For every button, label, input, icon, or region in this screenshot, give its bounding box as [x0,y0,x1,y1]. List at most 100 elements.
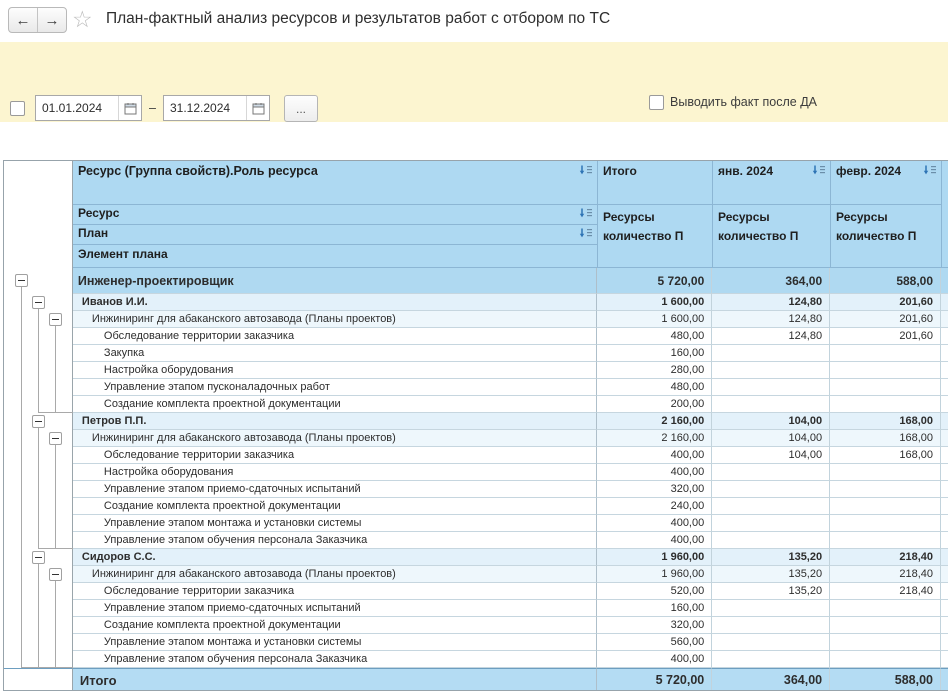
column-header[interactable]: февр. 2024 [831,161,942,205]
calendar-icon[interactable] [246,96,269,120]
cell-value[interactable] [712,481,830,498]
cell-value[interactable] [830,532,941,549]
row-label[interactable]: Создание комплекта проектной документаци… [73,396,597,413]
period-to-input[interactable]: 31.12.2024 [163,95,270,121]
collapse-toggle[interactable] [49,432,62,445]
row-label[interactable]: Инжиниринг для абаканского автозавода (П… [73,566,597,583]
row-label[interactable]: Обследование территории заказчика [73,583,597,600]
cell-value[interactable]: 1 600,00 [597,294,712,311]
cell-value[interactable]: 280,00 [597,362,712,379]
cell-value[interactable] [830,345,941,362]
cell-value[interactable]: 400,00 [597,447,712,464]
sort-icon[interactable] [579,228,593,239]
cell-value[interactable]: 135,20 [712,549,830,566]
cell-value[interactable]: 168,00 [830,447,941,464]
cell-value[interactable]: 400,00 [597,651,712,668]
cell-value[interactable]: 201,60 [830,328,941,345]
row-label[interactable]: Сидоров С.С. [73,549,597,566]
cell-value[interactable] [830,362,941,379]
cell-value[interactable] [712,379,830,396]
cell-value[interactable] [712,362,830,379]
cell-value[interactable]: 400,00 [597,464,712,481]
cell-value[interactable]: 480,00 [597,328,712,345]
row-label[interactable]: Обследование территории заказчика [73,447,597,464]
cell-value[interactable]: 124,80 [712,294,830,311]
row-label[interactable]: Управление этапом приемо-сдаточных испыт… [73,481,597,498]
cell-value[interactable] [712,600,830,617]
cell-value[interactable]: 560,00 [597,634,712,651]
period-from-input[interactable]: 01.01.2024 [35,95,142,121]
cell-value[interactable]: 160,00 [597,345,712,362]
row-label[interactable]: Инжиниринг для абаканского автозавода (П… [73,311,597,328]
cell-value[interactable] [830,396,941,413]
row-label[interactable]: Управление этапом обучения персонала Зак… [73,651,597,668]
fact-after-da-checkbox[interactable] [649,95,664,110]
row-label[interactable]: Создание комплекта проектной документаци… [73,617,597,634]
cell-value[interactable] [712,498,830,515]
row-label[interactable]: Итого [73,668,597,691]
row-label[interactable]: Обследование территории заказчика [73,328,597,345]
cell-value[interactable] [830,651,941,668]
cell-value[interactable]: 400,00 [597,515,712,532]
cell-value[interactable] [830,379,941,396]
row-label[interactable]: Управление этапом пусконаладочных работ [73,379,597,396]
row-label[interactable]: Настройка оборудования [73,464,597,481]
collapse-toggle[interactable] [15,274,28,287]
period-more-button[interactable]: ... [284,95,318,122]
cell-value[interactable]: 104,00 [712,430,830,447]
period-checkbox[interactable] [10,101,25,116]
row-label[interactable]: Иванов И.И. [73,294,597,311]
header-resource-role[interactable]: Ресурс (Группа свойств).Роль ресурса [73,161,598,205]
cell-value[interactable]: 400,00 [597,532,712,549]
collapse-toggle[interactable] [32,296,45,309]
cell-value[interactable]: 104,00 [712,413,830,430]
cell-value[interactable] [712,464,830,481]
cell-value[interactable]: 124,80 [712,311,830,328]
forward-button[interactable]: → [37,8,66,32]
row-label[interactable]: Управление этапом монтажа и установки си… [73,515,597,532]
cell-value[interactable]: 520,00 [597,583,712,600]
cell-value[interactable]: 104,00 [712,447,830,464]
cell-value[interactable]: 1 600,00 [597,311,712,328]
row-label[interactable]: Инжиниринг для абаканского автозавода (П… [73,430,597,447]
calendar-icon[interactable] [118,96,141,120]
cell-value[interactable]: 588,00 [830,268,941,294]
cell-value[interactable]: 5 720,00 [597,668,712,691]
cell-value[interactable]: 218,40 [830,566,941,583]
cell-value[interactable]: 201,60 [830,294,941,311]
cell-value[interactable]: 218,40 [830,549,941,566]
cell-value[interactable]: 240,00 [597,498,712,515]
cell-value[interactable]: 364,00 [712,268,830,294]
header-plan-element[interactable]: Элемент плана [73,245,598,268]
cell-value[interactable]: 135,20 [712,566,830,583]
row-label[interactable]: Петров П.П. [73,413,597,430]
cell-value[interactable] [830,515,941,532]
cell-value[interactable]: 364,00 [712,668,830,691]
cell-value[interactable] [712,515,830,532]
cell-value[interactable] [712,345,830,362]
cell-value[interactable] [712,634,830,651]
cell-value[interactable] [830,498,941,515]
cell-value[interactable]: 588,00 [830,668,941,691]
sort-icon[interactable] [812,165,826,176]
row-label[interactable]: Управление этапом монтажа и установки си… [73,634,597,651]
header-resource[interactable]: Ресурс [73,205,598,225]
collapse-toggle[interactable] [32,415,45,428]
row-label[interactable]: Инженер-проектировщик [73,268,597,294]
cell-value[interactable]: 2 160,00 [597,430,712,447]
column-subheader[interactable]: Ресурсы количество П [598,205,713,268]
row-label[interactable]: Настройка оборудования [73,362,597,379]
cell-value[interactable] [830,617,941,634]
sort-icon[interactable] [923,165,937,176]
collapse-toggle[interactable] [49,313,62,326]
cell-value[interactable] [830,600,941,617]
column-header[interactable]: янв. 2024 [713,161,831,205]
cell-value[interactable]: 124,80 [712,328,830,345]
row-label[interactable]: Создание комплекта проектной документаци… [73,498,597,515]
header-plan[interactable]: План [73,225,598,245]
row-label[interactable]: Закупка [73,345,597,362]
cell-value[interactable] [712,532,830,549]
column-header[interactable]: Итого [598,161,713,205]
cell-value[interactable]: 160,00 [597,600,712,617]
collapse-toggle[interactable] [32,551,45,564]
